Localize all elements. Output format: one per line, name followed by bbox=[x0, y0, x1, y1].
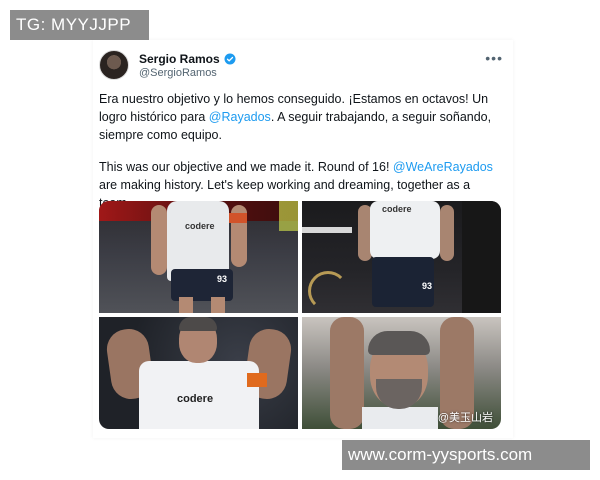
watermark-bottom-right: www.corm-yysports.com bbox=[342, 440, 590, 470]
stadium-light bbox=[279, 201, 298, 231]
author-handle[interactable]: @SergioRamos bbox=[139, 67, 217, 79]
player-beard bbox=[376, 379, 422, 409]
player-leg bbox=[211, 297, 225, 313]
sponsor-logo: codere bbox=[382, 204, 412, 214]
tweet-card: Sergio Ramos @SergioRamos ••• Era nuestr… bbox=[93, 40, 513, 438]
bystander bbox=[462, 201, 501, 313]
author-name[interactable]: Sergio Ramos bbox=[139, 52, 220, 66]
sponsor-logo: codere bbox=[185, 221, 215, 231]
photo-grid: codere 93 codere 93 codere @美玉山岩 bbox=[99, 201, 501, 429]
verified-badge-icon bbox=[224, 53, 236, 65]
captain-armband bbox=[247, 373, 267, 387]
shorts-number: 93 bbox=[422, 281, 433, 291]
author-row: Sergio Ramos bbox=[139, 52, 236, 66]
avatar[interactable] bbox=[99, 50, 129, 80]
sponsor-logo: codere bbox=[177, 393, 214, 405]
stadium-light bbox=[302, 227, 352, 233]
tweet-header: Sergio Ramos @SergioRamos ••• bbox=[99, 50, 507, 84]
player-arm bbox=[440, 205, 454, 261]
image-watermark: @美玉山岩 bbox=[437, 412, 493, 424]
player-jersey bbox=[362, 407, 438, 429]
photo-1[interactable]: codere 93 bbox=[99, 201, 298, 313]
mention-link[interactable]: @WeAreRayados bbox=[393, 160, 493, 174]
player-hair bbox=[179, 317, 217, 331]
trophy-arc bbox=[308, 271, 348, 311]
watermark-top-left: TG: MYYJJPP bbox=[10, 10, 149, 40]
player-arm bbox=[151, 205, 167, 275]
player-hair bbox=[368, 331, 430, 355]
captain-armband bbox=[229, 213, 247, 223]
photo-3[interactable]: codere bbox=[99, 317, 298, 429]
player-arm bbox=[330, 317, 364, 429]
player-leg bbox=[179, 297, 193, 313]
more-dots-icon[interactable]: ••• bbox=[485, 50, 503, 66]
text-segment: This was our objective and we made it. R… bbox=[99, 160, 393, 174]
mention-link[interactable]: @Rayados bbox=[209, 110, 271, 124]
tweet-text-spanish: Era nuestro objetivo y lo hemos consegui… bbox=[99, 90, 504, 144]
photo-2[interactable]: codere 93 bbox=[302, 201, 501, 313]
photo-4[interactable]: @美玉山岩 bbox=[302, 317, 501, 429]
shorts-number: 93 bbox=[217, 274, 228, 284]
